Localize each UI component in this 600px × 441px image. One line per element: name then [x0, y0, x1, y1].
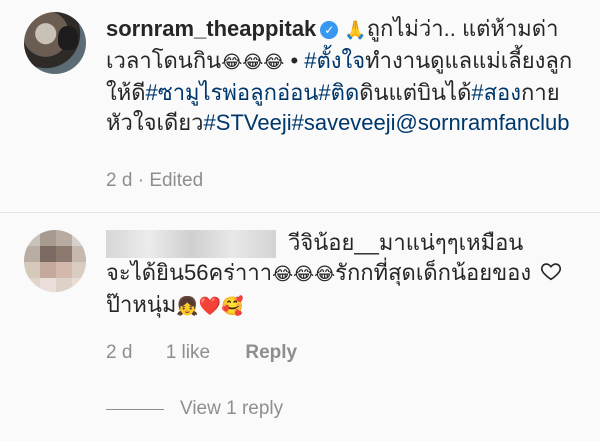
author-username[interactable]: sornram_theappitak [106, 16, 316, 41]
section-divider [0, 212, 600, 213]
comment-likes[interactable]: 1 like [166, 342, 210, 363]
post-time: 2 d [106, 170, 133, 191]
meta-separator: · [137, 170, 145, 191]
verified-badge-icon: ✓ [320, 21, 339, 39]
comment-emoji: 👧❤️🥰 [176, 296, 244, 317]
caption-part: • [284, 48, 305, 73]
reply-button[interactable]: Reply [245, 342, 297, 363]
edited-label: Edited [149, 170, 204, 191]
hashtag-link[interactable]: #ตั้งใจ [304, 48, 365, 73]
caption-part: ดินแต่บินได้ [359, 80, 472, 105]
view-replies-link[interactable]: View 1 reply [106, 398, 283, 420]
hashtag-link[interactable]: #ซามูไรพ่อลูกอ่อน#ติด [146, 80, 360, 105]
comment-time: 2 d [106, 342, 133, 363]
like-heart-icon[interactable] [540, 260, 562, 282]
post-meta: 2 d · Edited [106, 170, 203, 192]
commenter-avatar[interactable] [24, 230, 86, 292]
view-replies-label[interactable]: View 1 reply [180, 398, 283, 420]
caption-part: 😂😂😂 [221, 52, 285, 73]
replies-line [106, 408, 164, 410]
hashtag-link[interactable]: #สอง [471, 80, 521, 105]
hashtag-link[interactable]: #STVeeji#saveveeji@sornramfanclub [204, 110, 570, 135]
post-caption-section: sornram_theappitak ✓ 🙏ถูกไม่ว่า.. แต่ห้ามด… [0, 0, 600, 210]
caption-part: 🙏 [344, 20, 367, 41]
comment-body: วีจิน้อย__มาแน่ๆๆเหมือนจะได้ยิน56คร่าาา😂… [106, 228, 546, 322]
comment-emoji: 😂😂😂 [272, 264, 336, 285]
author-avatar[interactable] [24, 12, 86, 74]
comment-meta: 2 d 1 like Reply [106, 342, 325, 364]
caption: sornram_theappitak ✓ 🙏ถูกไม่ว่า.. แต่ห้ามด… [106, 14, 586, 138]
